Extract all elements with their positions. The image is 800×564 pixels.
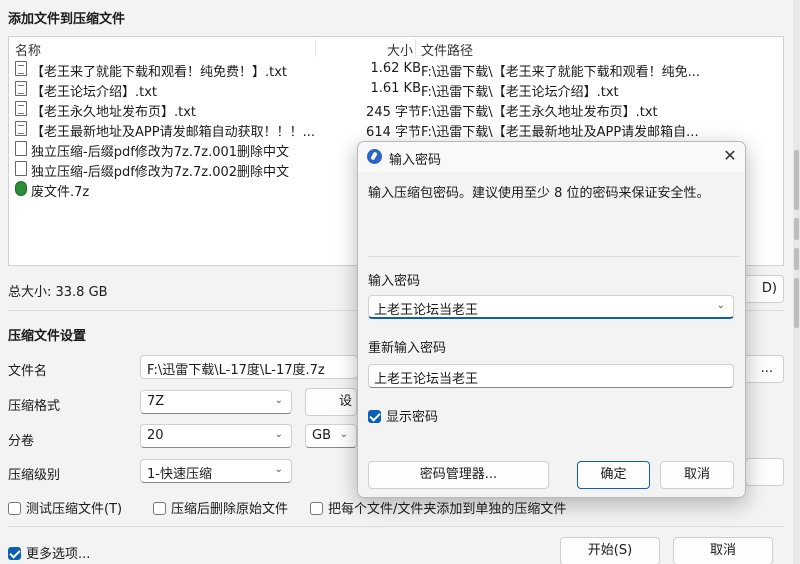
- password-label: 输入密码: [368, 274, 421, 289]
- column-name[interactable]: 名称: [15, 40, 41, 59]
- chevron-down-icon: ⌄: [274, 464, 283, 475]
- password-input[interactable]: 上老王论坛当老王 ⌄: [368, 295, 734, 319]
- file-size: 1.61 KB: [370, 81, 421, 96]
- file-name: 【老王来了就能下载和观看！纯免费！】.txt: [31, 65, 288, 80]
- more-options-label: 更多选项...: [26, 547, 91, 562]
- format-settings-label: 设: [338, 394, 352, 409]
- cancel-button[interactable]: 取消: [673, 537, 773, 564]
- checkbox-box-checked: [368, 410, 381, 423]
- chevron-down-icon: ⌄: [274, 429, 283, 440]
- file-icon: [15, 161, 27, 176]
- txt-file-icon: [15, 101, 27, 116]
- right-side-button[interactable]: [745, 458, 784, 486]
- dialog-description: 输入压缩包密码。建议使用至少 8 位的密码来保证安全性。: [368, 186, 710, 201]
- scrollbar-thumb[interactable]: [794, 150, 799, 210]
- format-settings-button[interactable]: 设: [305, 388, 357, 416]
- split-value: 20: [147, 428, 164, 443]
- file-size: 614 字节: [366, 125, 421, 140]
- split-label: 分卷: [8, 434, 35, 449]
- file-row[interactable]: 【老王永久地址发布页】.txt 245 字节 F:\迅雷下载\【老王永久地址发布…: [13, 99, 783, 120]
- file-path: F:\迅雷下载\【老王论坛介绍】.txt: [421, 85, 619, 100]
- file-path: F:\迅雷下载\【老王最新地址及APP请发邮箱自...: [421, 125, 699, 140]
- format-select[interactable]: 7Z ⌄: [140, 390, 292, 414]
- txt-file-icon: [15, 61, 27, 76]
- test-archive-label: 测试压缩文件(T): [26, 502, 123, 517]
- file-path: F:\迅雷下载\【老王来了就能下载和观看！纯免...: [421, 65, 701, 80]
- file-row[interactable]: 【老王来了就能下载和观看！纯免费！】.txt 1.62 KB F:\迅雷下载\【…: [13, 59, 783, 80]
- column-path[interactable]: 文件路径: [421, 40, 473, 59]
- start-button[interactable]: 开始(S): [560, 537, 660, 564]
- file-row[interactable]: 【老王最新地址及APP请发邮箱自动获取！！！... 614 字节 F:\迅雷下载…: [13, 119, 783, 140]
- archive-icon: [15, 181, 27, 196]
- scrollbar-thumb[interactable]: [794, 278, 799, 328]
- delete-after-checkbox[interactable]: 压缩后删除原始文件: [153, 498, 288, 517]
- filename-label: 文件名: [8, 364, 48, 379]
- scrollbar[interactable]: [793, 0, 800, 564]
- file-size: 245 字节: [366, 105, 421, 120]
- total-size: 总大小: 33.8 GB: [8, 285, 108, 300]
- file-path: F:\迅雷下载\【老王永久地址发布页】.txt: [421, 105, 658, 120]
- file-name: 独立压缩-后缀pdf修改为7z.7z.001删除中文: [31, 145, 290, 160]
- password-dialog: 输入密码 ✕ 输入压缩包密码。建议使用至少 8 位的密码来保证安全性。 输入密码…: [357, 141, 746, 498]
- settings-title: 压缩文件设置: [8, 329, 87, 344]
- dialog-cancel-button[interactable]: 取消: [660, 461, 734, 489]
- split-select[interactable]: 20 ⌄: [140, 424, 292, 448]
- column-separator: [415, 39, 416, 57]
- split-unit-value: GB: [312, 428, 331, 443]
- separate-archive-checkbox[interactable]: 把每个文件/文件夹添加到单独的压缩文件: [310, 498, 566, 517]
- file-name: 独立压缩-后缀pdf修改为7z.7z.002删除中文: [31, 165, 290, 180]
- format-label: 压缩格式: [8, 399, 61, 414]
- confirm-password-input[interactable]: 上老王论坛当老王: [368, 364, 734, 388]
- file-icon: [15, 141, 27, 156]
- file-row[interactable]: 【老王论坛介绍】.txt 1.61 KB F:\迅雷下载\【老王论坛介绍】.tx…: [13, 79, 783, 100]
- show-password-checkbox[interactable]: 显示密码: [368, 406, 438, 425]
- file-name: 【老王永久地址发布页】.txt: [31, 105, 197, 120]
- separate-archive-label: 把每个文件/文件夹添加到单独的压缩文件: [328, 502, 567, 517]
- close-icon[interactable]: ✕: [720, 146, 740, 166]
- level-value: 1-快速压缩: [147, 467, 212, 482]
- test-archive-checkbox[interactable]: 测试压缩文件(T): [8, 498, 122, 517]
- show-password-label: 显示密码: [386, 410, 439, 425]
- checkbox-box: [153, 502, 166, 515]
- password-value: 上老王论坛当老王: [374, 303, 479, 318]
- file-size: 1.62 KB: [370, 61, 421, 76]
- scrollbar-thumb[interactable]: [794, 248, 799, 270]
- file-name: 废文件.7z: [31, 185, 90, 200]
- confirm-password-label: 重新输入密码: [368, 341, 447, 356]
- chevron-down-icon[interactable]: ⌄: [717, 300, 725, 311]
- chevron-down-icon: ⌄: [274, 395, 283, 406]
- more-options-checkbox[interactable]: 更多选项...: [8, 543, 90, 562]
- column-separator: [315, 39, 316, 57]
- password-manager-button[interactable]: 密码管理器...: [368, 461, 549, 489]
- filename-input[interactable]: F:\迅雷下载\L-17度\L-17度.7z: [140, 355, 358, 379]
- divider: [368, 256, 740, 257]
- txt-file-icon: [15, 121, 27, 136]
- chevron-down-icon: ⌄: [339, 429, 348, 440]
- split-unit-select[interactable]: GB ⌄: [305, 424, 357, 448]
- add-files-title: 添加文件到压缩文件: [8, 12, 126, 27]
- column-size[interactable]: 大小: [387, 40, 413, 59]
- delete-after-label: 压缩后删除原始文件: [171, 502, 289, 517]
- format-value: 7Z: [147, 394, 165, 409]
- ok-button[interactable]: 确定: [577, 461, 650, 489]
- level-label: 压缩级别: [8, 468, 61, 483]
- checkbox-box: [310, 502, 323, 515]
- level-select[interactable]: 1-快速压缩 ⌄: [140, 459, 292, 483]
- divider: [8, 526, 784, 527]
- checkbox-box-checked: [8, 547, 21, 560]
- checkbox-box: [8, 502, 21, 515]
- app-icon: [367, 149, 382, 164]
- scrollbar-thumb[interactable]: [794, 218, 799, 240]
- file-name: 【老王论坛介绍】.txt: [31, 85, 158, 100]
- txt-file-icon: [15, 81, 27, 96]
- dialog-title: 输入密码: [389, 153, 442, 168]
- dialog-titlebar[interactable]: 输入密码 ✕: [358, 142, 745, 172]
- file-name: 【老王最新地址及APP请发邮箱自动获取！！！...: [31, 125, 315, 140]
